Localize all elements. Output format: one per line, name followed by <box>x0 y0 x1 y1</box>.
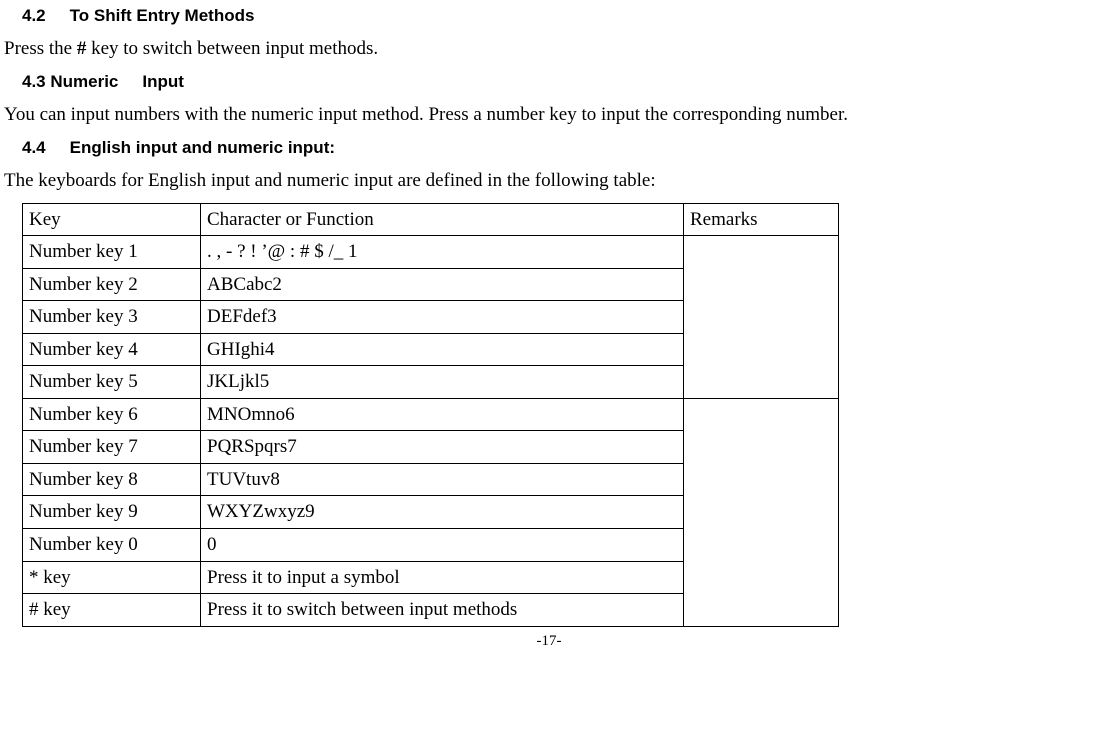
table-cell-char: JKLjkl5 <box>201 366 684 399</box>
heading-number: 4.4 <box>22 138 46 157</box>
heading-4-3: 4.3 Numeric Input <box>22 70 1094 95</box>
table-cell-char: MNOmno6 <box>201 398 684 431</box>
table-cell-key: Number key 1 <box>23 236 201 269</box>
table-header-row: Key Character or Function Remarks <box>23 203 839 236</box>
heading-text: Input <box>142 72 184 91</box>
heading-4-2: 4.2 To Shift Entry Methods <box>22 4 1094 29</box>
heading-number: 4.3 Numeric <box>22 72 118 91</box>
page-number: -17- <box>4 631 1094 653</box>
table-cell-remarks <box>684 398 839 626</box>
table-cell-key: Number key 0 <box>23 529 201 562</box>
body-4-3: You can input numbers with the numeric i… <box>4 101 1094 129</box>
table-cell-char: PQRSpqrs7 <box>201 431 684 464</box>
table-header-key: Key <box>23 203 201 236</box>
table-cell-key: Number key 9 <box>23 496 201 529</box>
table-row: Number key 6 MNOmno6 <box>23 398 839 431</box>
table-cell-remarks <box>684 236 839 399</box>
table-header-remarks: Remarks <box>684 203 839 236</box>
table-cell-key: * key <box>23 561 201 594</box>
heading-4-4: 4.4 English input and numeric input: <box>22 136 1094 161</box>
table-cell-key: Number key 3 <box>23 301 201 334</box>
key-mapping-table: Key Character or Function Remarks Number… <box>22 203 839 627</box>
table-cell-key: Number key 8 <box>23 463 201 496</box>
heading-text: English input and numeric input: <box>70 138 335 157</box>
table-cell-char: TUVtuv8 <box>201 463 684 496</box>
table-cell-char: GHIghi4 <box>201 333 684 366</box>
heading-number: 4.2 <box>22 6 46 25</box>
table-cell-char: ABCabc2 <box>201 268 684 301</box>
table-cell-char: Press it to input a symbol <box>201 561 684 594</box>
table-cell-key: Number key 7 <box>23 431 201 464</box>
table-cell-char: DEFdef3 <box>201 301 684 334</box>
table-cell-key: Number key 2 <box>23 268 201 301</box>
table-cell-char: 0 <box>201 529 684 562</box>
table-header-char: Character or Function <box>201 203 684 236</box>
table-cell-char: . , - ? ! ’@ : # $ /_ 1 <box>201 236 684 269</box>
table-row: Number key 1 . , - ? ! ’@ : # $ /_ 1 <box>23 236 839 269</box>
table-cell-char: WXYZwxyz9 <box>201 496 684 529</box>
table-cell-key: Number key 4 <box>23 333 201 366</box>
heading-text: To Shift Entry Methods <box>70 6 255 25</box>
body-4-4: The keyboards for English input and nume… <box>4 167 1094 195</box>
table-cell-key: # key <box>23 594 201 627</box>
table-cell-key: Number key 6 <box>23 398 201 431</box>
table-cell-char: Press it to switch between input methods <box>201 594 684 627</box>
table-cell-key: Number key 5 <box>23 366 201 399</box>
body-text-span: Press the # key to switch between input … <box>4 38 378 59</box>
body-4-2: Press the # key to switch between input … <box>4 35 1094 63</box>
